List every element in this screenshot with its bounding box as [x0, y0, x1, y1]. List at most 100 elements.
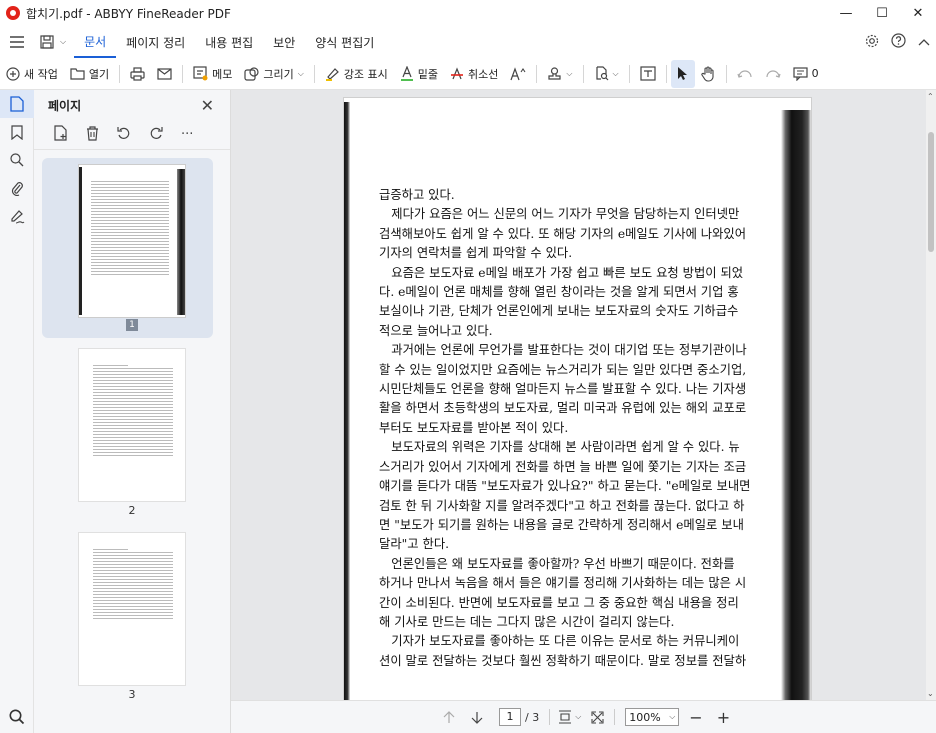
highlighter-icon	[325, 68, 339, 81]
text-line: 부터도 보도자료를 받아본 적이 있다.	[379, 420, 569, 435]
open-button[interactable]: 열기	[64, 60, 115, 88]
attachments-panel-toggle[interactable]	[0, 174, 34, 202]
vertical-scrollbar[interactable]: ⌃ ⌄	[926, 90, 936, 700]
toolbar-divider	[536, 64, 538, 83]
text-line: 얘기를 듣다가 대뜸 "보도자료가 있나요?" 하고 묻는다. "e메일로 보내…	[379, 479, 751, 494]
toolbar-divider	[182, 64, 184, 83]
envelope-icon	[157, 67, 172, 80]
toolbar-divider	[582, 64, 584, 83]
collapse-ribbon-chevron-up-icon[interactable]	[918, 35, 930, 49]
note-label: 메모	[212, 67, 233, 81]
next-page-icon[interactable]	[471, 711, 483, 724]
shape-draw-icon	[244, 66, 259, 81]
help-icon[interactable]	[891, 33, 906, 51]
cursor-arrow-icon	[677, 67, 687, 80]
pages-panel: 페이지 ✕ ··· 1 2 3	[34, 90, 231, 733]
signatures-panel-toggle[interactable]	[0, 202, 34, 230]
minimize-button[interactable]: —	[828, 0, 864, 26]
highlight-button[interactable]: 강조 표시	[319, 60, 394, 88]
rotate-right-icon[interactable]	[149, 126, 163, 143]
zoom-select[interactable]: 100% ⌵	[625, 708, 680, 726]
text-line: 제다가 요즘은 어느 신문의 어느 기자가 무엇을 담당하는지 인터넷만	[379, 207, 740, 222]
menu-page-organize[interactable]: 페이지 정리	[116, 26, 195, 58]
folder-icon	[70, 68, 85, 80]
scroll-down-arrow-icon[interactable]: ⌄	[927, 689, 934, 698]
zoom-out-icon[interactable]: −	[689, 708, 702, 727]
strikethrough-button[interactable]: 취소선	[444, 60, 504, 88]
fit-page-icon[interactable]	[591, 710, 604, 724]
page-thumbnail-2[interactable]	[78, 348, 186, 502]
underline-button[interactable]: 밑줄	[394, 60, 444, 88]
status-bar: 1 / 3 ⌵ 100% ⌵ − +	[231, 700, 936, 733]
text-line: 하거나 만나서 녹음을 해서 들은 얘기를 정리해 기사화하는 데는 많은 시	[379, 576, 747, 591]
hand-icon	[700, 65, 714, 82]
text-line: 할 수 있는 일이었지만 요즘에는 뉴스거리가 되는 일만 있다면 중소기업,	[379, 362, 747, 377]
draw-button[interactable]: 그리기 ⌵	[238, 60, 309, 88]
global-search-button[interactable]	[0, 709, 34, 725]
undo-button[interactable]	[731, 60, 759, 88]
save-dropdown-chevron-icon[interactable]: ⌵	[60, 37, 66, 47]
page-thumbnail-1[interactable]	[78, 164, 186, 318]
toolbar-divider	[119, 64, 121, 83]
text-line: 언론인들은 왜 보도자료를 좋아할까? 우선 바쁘기 때문이다. 전화를	[379, 556, 735, 571]
toolbar-divider	[313, 64, 315, 83]
hamburger-menu-icon[interactable]	[0, 36, 34, 48]
document-page[interactable]: 급증하고 있다. 제다가 요즘은 어느 신문의 어느 기자가 무엇을 담당하는지…	[343, 97, 812, 700]
new-task-button[interactable]: 새 작업	[0, 60, 64, 88]
document-viewer[interactable]: 급증하고 있다. 제다가 요즘은 어느 신문의 어느 기자가 무엇을 담당하는지…	[231, 90, 926, 700]
menu-document[interactable]: 문서	[74, 26, 117, 58]
main-toolbar: 새 작업 열기 메모 그리기 ⌵ 강조 표시 밑줄 취소선 ⌵ ⌵ 0	[0, 58, 936, 90]
scroll-up-arrow-icon[interactable]: ⌃	[927, 92, 934, 101]
previous-page-icon[interactable]	[443, 710, 455, 724]
redo-button[interactable]	[759, 60, 787, 88]
text-line: 면 "보도가 되기를 원하는 내용을 글로 간략하게 정리해서 e메일로 보내	[379, 517, 744, 532]
hand-tool-button[interactable]	[695, 60, 722, 88]
save-icon[interactable]	[34, 35, 60, 49]
menu-security[interactable]: 보안	[263, 26, 305, 58]
redo-icon	[765, 69, 781, 78]
note-button[interactable]: 메모	[187, 60, 238, 88]
text-line: 보실이나 기관, 단체가 언론인에게 보내는 보도자료의 숫자도 기하급수	[379, 304, 739, 319]
pages-panel-header: 페이지 ✕	[34, 90, 230, 120]
zoom-in-icon[interactable]: +	[717, 708, 730, 727]
delete-page-icon[interactable]	[86, 125, 99, 144]
printer-icon	[130, 66, 145, 81]
pages-panel-toggle[interactable]	[0, 90, 34, 118]
scrollbar-thumb[interactable]	[928, 132, 934, 252]
rotate-left-icon[interactable]	[117, 126, 131, 143]
maximize-button[interactable]: ☐	[864, 0, 900, 26]
text-line: 검색해보아도 쉽게 알 수 있다. 또 해당 기자의 e메일도 기사에 나와있어	[379, 226, 747, 241]
text-size-button[interactable]	[504, 60, 532, 88]
text-line: 보도자료의 위력은 기자를 상대해 본 사람이라면 쉽게 알 수 있다. 뉴	[379, 440, 740, 455]
add-page-icon[interactable]	[54, 125, 68, 144]
settings-gear-icon[interactable]	[865, 34, 879, 51]
select-tool-button[interactable]	[670, 59, 695, 88]
close-panel-icon[interactable]: ✕	[201, 96, 214, 115]
close-window-button[interactable]: ✕	[900, 0, 936, 26]
draw-chevron-down-icon: ⌵	[297, 68, 304, 78]
text-line: 요즘은 보도자료 e메일 배포가 가장 쉽고 빠른 보도 요청 방법이 되었	[379, 265, 744, 280]
toolbar-divider	[628, 64, 630, 83]
bookmarks-panel-toggle[interactable]	[0, 118, 34, 146]
text-select-button[interactable]	[634, 60, 662, 88]
zoom-chevron-down-icon: ⌵	[669, 712, 676, 721]
page-thumbnail-3[interactable]	[78, 532, 186, 686]
new-task-label: 새 작업	[24, 67, 58, 81]
highlight-label: 강조 표시	[343, 67, 388, 81]
stamp-button[interactable]: ⌵	[541, 60, 578, 88]
print-button[interactable]	[124, 60, 151, 88]
more-options-icon[interactable]: ···	[181, 127, 193, 142]
email-button[interactable]	[151, 60, 178, 88]
text-line: 션이 말로 전달하는 것보다 훨씬 정확하기 때문이다. 말로 정보를 전달하	[379, 653, 747, 668]
status-divider	[549, 709, 551, 725]
menu-form-editor[interactable]: 양식 편집기	[305, 26, 384, 58]
page-layout-icon[interactable]: ⌵	[558, 710, 581, 724]
page-search-button[interactable]: ⌵	[588, 60, 625, 88]
menu-edit-content[interactable]: 내용 편집	[195, 26, 263, 58]
signature-pen-icon	[10, 209, 24, 224]
text-line: 활을 하면서 초등학생의 보도자료, 멀리 미국과 유럽에 있는 해외 교포로	[379, 401, 747, 416]
search-panel-toggle[interactable]	[0, 146, 34, 174]
page-search-chevron-down-icon: ⌵	[612, 68, 619, 78]
current-page-input[interactable]: 1	[499, 708, 521, 726]
comments-button[interactable]: 0	[787, 60, 825, 88]
